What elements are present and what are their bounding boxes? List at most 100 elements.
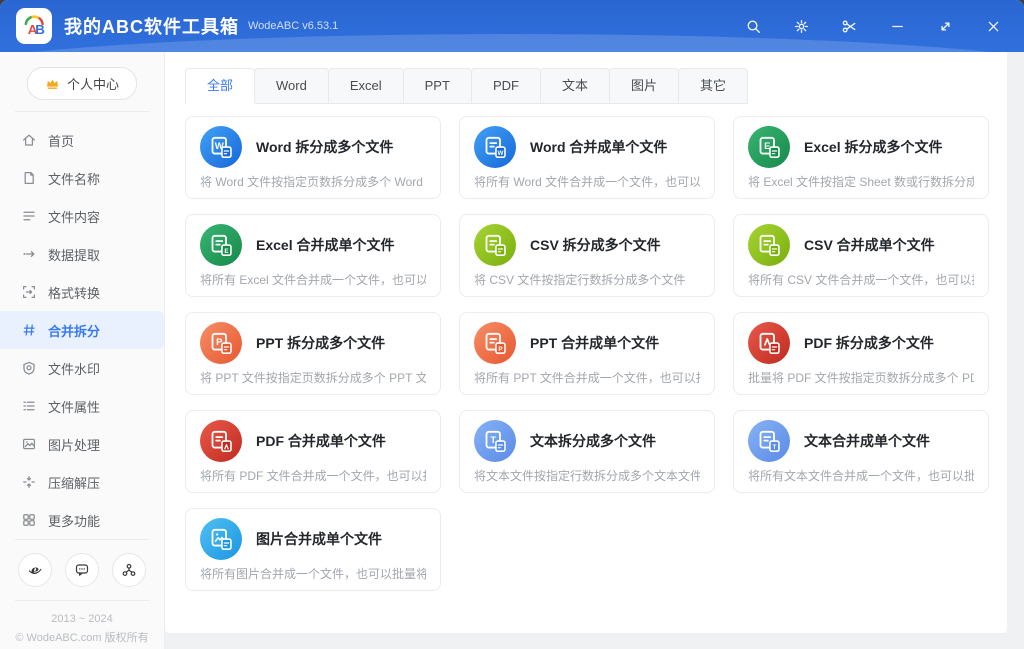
card-title: PPT 合并成单个文件 <box>530 333 659 353</box>
card-csv-split[interactable]: CSV 拆分成多个文件将 CSV 文件按指定行数拆分成多个文件 <box>459 214 715 297</box>
csv-merge-icon <box>748 224 790 266</box>
settings-gear-icon[interactable] <box>792 17 810 35</box>
sidebar-item-more[interactable]: 更多功能 <box>0 501 164 539</box>
watermark-icon <box>21 360 37 376</box>
card-excel-merge[interactable]: EExcel 合并成单个文件将所有 Excel 文件合并成一个文件，也可以批量将… <box>185 214 441 297</box>
card-word-merge[interactable]: W Word 合并成单个文件将所有 Word 文件合并成一个文件，也可以批量将多个… <box>459 116 715 199</box>
card-title: 文本拆分成多个文件 <box>530 431 656 451</box>
close-icon[interactable] <box>984 17 1002 35</box>
category-tab-bar: 全部Word Excel PPTPDF 文本 图片 其它 <box>185 68 993 104</box>
scissors-icon[interactable] <box>840 17 858 35</box>
tab-pdf[interactable]: PDF <box>471 68 541 104</box>
crown-icon <box>45 76 60 91</box>
tab-label: Excel <box>350 78 382 93</box>
sidebar-item-label: 数据提取 <box>48 245 100 264</box>
card-ppt-split[interactable]: PPPT 拆分成多个文件将 PPT 文件按指定页数拆分成多个 PPT 文件 <box>185 312 441 395</box>
personal-center-button[interactable]: 个人中心 <box>27 67 137 100</box>
sidebar-item-label: 更多功能 <box>48 511 100 530</box>
data-extract-icon <box>21 246 37 262</box>
sidebar-item-watermark[interactable]: 文件水印 <box>0 349 164 387</box>
word-split-icon: W <box>200 126 242 168</box>
card-desc: 将所有 PPT 文件合并成一个文件，也可以批量将多个文件合并 <box>474 369 700 386</box>
app-logo-icon: A B <box>16 8 52 44</box>
copyright-owner: © WodeABC.com 版权所有 <box>0 629 164 648</box>
sidebar-item-file-props[interactable]: 文件属性 <box>0 387 164 425</box>
card-title: Excel 拆分成多个文件 <box>804 137 942 157</box>
browser-icon-button[interactable]: e <box>18 553 52 587</box>
tab-label: 图片 <box>631 78 657 93</box>
tab-image[interactable]: 图片 <box>609 68 679 104</box>
file-name-icon <box>21 170 37 186</box>
card-title: Word 合并成单个文件 <box>530 137 667 157</box>
image-merge-icon <box>200 518 242 560</box>
tab-text[interactable]: 文本 <box>540 68 610 104</box>
ppt-split-icon: P <box>200 322 242 364</box>
ppt-merge-icon: P <box>474 322 516 364</box>
app-version: WodeABC v6.53.1 <box>248 20 338 32</box>
search-icon[interactable] <box>744 17 762 35</box>
card-pdf-split[interactable]: PDF 拆分成多个文件批量将 PDF 文件按指定页数拆分成多个 PDF 文件 <box>733 312 989 395</box>
card-title: CSV 合并成单个文件 <box>804 235 935 255</box>
card-title: 图片合并成单个文件 <box>256 529 382 549</box>
svg-text:P: P <box>498 346 502 353</box>
card-desc: 将所有图片合并成一个文件，也可以批量将多个文件合并 <box>200 565 426 582</box>
card-word-split[interactable]: WWord 拆分成多个文件将 Word 文件按指定页数拆分成多个 Word 文件 <box>185 116 441 199</box>
tab-excel[interactable]: Excel <box>328 68 404 104</box>
image-process-icon <box>21 436 37 452</box>
sidebar-item-merge-split[interactable]: 合并拆分 <box>0 311 164 349</box>
csv-split-icon <box>474 224 516 266</box>
card-desc: 将所有 PDF 文件合并成一个文件，也可以批量将多个文件合并 <box>200 467 426 484</box>
titlebar-actions <box>744 17 1008 35</box>
minimize-icon[interactable] <box>888 17 906 35</box>
word-merge-icon: W <box>474 126 516 168</box>
card-desc: 将所有 Word 文件合并成一个文件，也可以批量将多个文件合并 <box>474 173 700 190</box>
sidebar-item-image-process[interactable]: 图片处理 <box>0 425 164 463</box>
copyright-years: 2013 ~ 2024 <box>0 610 164 629</box>
card-csv-merge[interactable]: CSV 合并成单个文件将所有 CSV 文件合并成一个文件，也可以批量将多个文件合… <box>733 214 989 297</box>
sidebar-item-label: 文件属性 <box>48 397 100 416</box>
tab-label: 其它 <box>700 78 726 93</box>
sidebar-item-data-extract[interactable]: 数据提取 <box>0 235 164 273</box>
sidebar-item-file-content[interactable]: 文件内容 <box>0 197 164 235</box>
excel-split-icon: E <box>748 126 790 168</box>
svg-text:W: W <box>497 150 503 157</box>
sidebar-item-file-name[interactable]: 文件名称 <box>0 159 164 197</box>
card-title: PDF 合并成单个文件 <box>256 431 386 451</box>
main-area: 全部WordExcelPPTPDF文本图片其它 WWord 拆分成多个文件将 W… <box>165 52 1024 649</box>
text-split-icon: T <box>474 420 516 462</box>
card-ppt-merge[interactable]: P PPT 合并成单个文件将所有 PPT 文件合并成一个文件，也可以批量将多个文件… <box>459 312 715 395</box>
tab-ppt[interactable]: PPT <box>403 68 472 104</box>
card-pdf-merge[interactable]: PDF 合并成单个文件将所有 PDF 文件合并成一个文件，也可以批量将多个文件合… <box>185 410 441 493</box>
card-image-merge[interactable]: 图片合并成单个文件将所有图片合并成一个文件，也可以批量将多个文件合并 <box>185 508 441 591</box>
titlebar: A B 我的ABC软件工具箱 WodeABC v6.53.1 <box>0 0 1024 52</box>
tab-all[interactable]: 全部 <box>185 68 255 104</box>
sidebar-item-label: 文件水印 <box>48 359 100 378</box>
chat-icon-button[interactable] <box>65 553 99 587</box>
tab-word[interactable]: Word <box>254 68 329 104</box>
svg-text:T: T <box>772 444 776 451</box>
sidebar-footer-icons: e <box>0 540 164 600</box>
card-excel-split[interactable]: EExcel 拆分成多个文件将 Excel 文件按指定 Sheet 数或行数拆分… <box>733 116 989 199</box>
svg-text:E: E <box>224 248 228 255</box>
card-title: PPT 拆分成多个文件 <box>256 333 385 353</box>
card-text-split[interactable]: T文本拆分成多个文件将文本文件按指定行数拆分成多个文本文件 <box>459 410 715 493</box>
card-title: PDF 拆分成多个文件 <box>804 333 934 353</box>
sidebar-item-compress[interactable]: 压缩解压 <box>0 463 164 501</box>
pdf-merge-icon <box>200 420 242 462</box>
share-icon-button[interactable] <box>112 553 146 587</box>
sidebar-item-label: 首页 <box>48 131 74 150</box>
sidebar-item-home[interactable]: 首页 <box>0 121 164 159</box>
file-content-icon <box>21 208 37 224</box>
sidebar: 个人中心 首页文件名称文件内容数据提取格式转换合并拆分文件水印文件属性图片处理压… <box>0 52 165 649</box>
sidebar-item-format-convert[interactable]: 格式转换 <box>0 273 164 311</box>
card-title: CSV 拆分成多个文件 <box>530 235 661 255</box>
app-title: 我的ABC软件工具箱 <box>64 13 239 39</box>
home-icon <box>21 132 37 148</box>
tab-label: 文本 <box>562 78 588 93</box>
cards-grid: WWord 拆分成多个文件将 Word 文件按指定页数拆分成多个 Word 文件… <box>185 116 993 591</box>
card-desc: 将 Word 文件按指定页数拆分成多个 Word 文件 <box>200 173 426 190</box>
tab-other[interactable]: 其它 <box>678 68 748 104</box>
resize-icon[interactable] <box>936 17 954 35</box>
card-text-merge[interactable]: T文本合并成单个文件将所有文本文件合并成一个文件，也可以批量将多个文件合并 <box>733 410 989 493</box>
card-desc: 将所有 Excel 文件合并成一个文件，也可以批量将多个文件合并 <box>200 271 426 288</box>
